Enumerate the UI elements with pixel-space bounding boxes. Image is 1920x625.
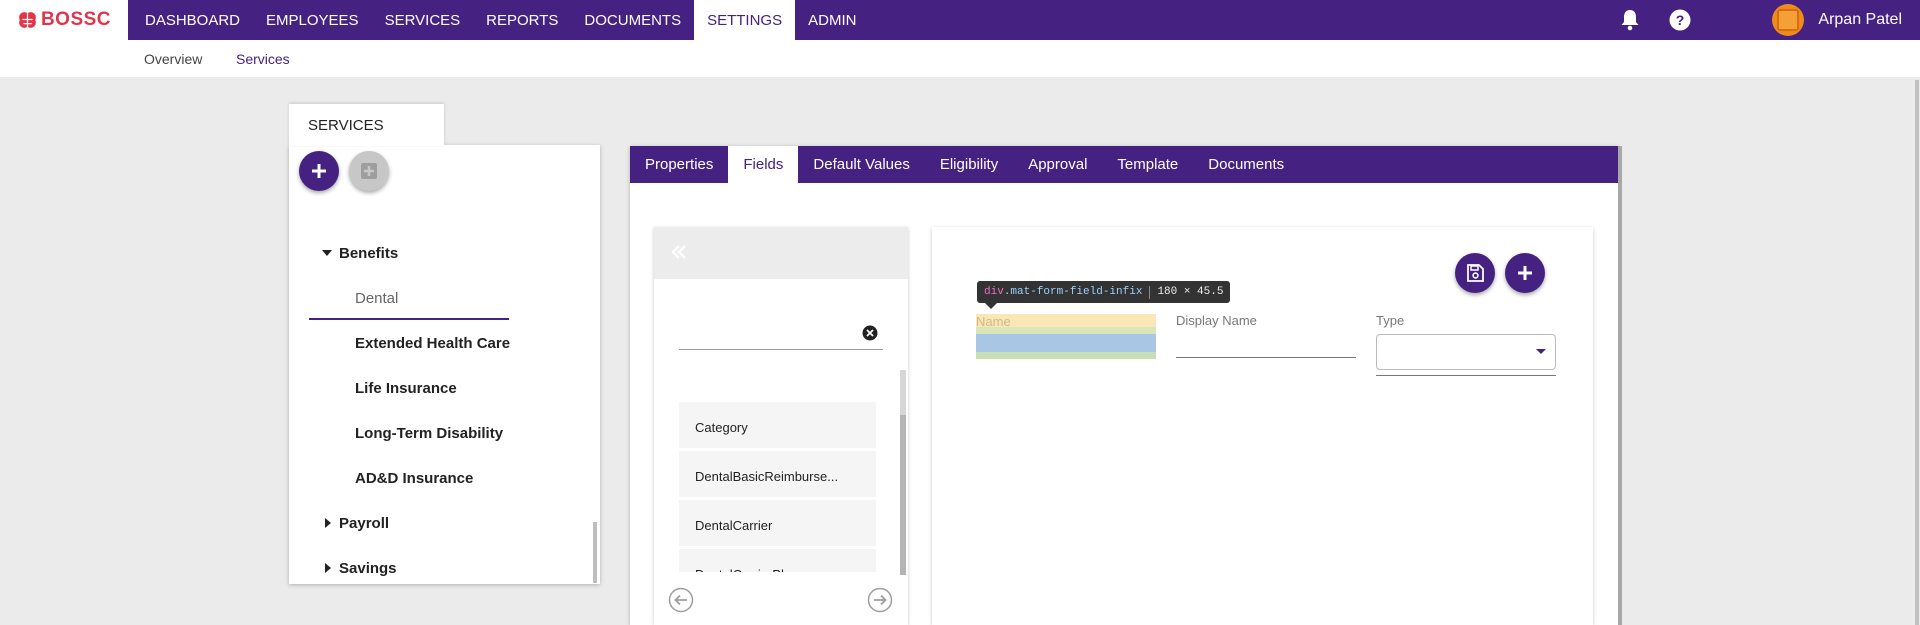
subnav-services[interactable]: Services bbox=[236, 51, 290, 67]
tree-group-savings[interactable]: Savings bbox=[339, 560, 397, 577]
caret-right-icon[interactable] bbox=[325, 518, 332, 528]
tooltip-tag: div bbox=[984, 286, 1004, 298]
nav-services[interactable]: SERVICES bbox=[372, 0, 474, 40]
tab-template[interactable]: Template bbox=[1102, 146, 1193, 183]
list-item[interactable]: DentalCarrier bbox=[679, 500, 876, 547]
tooltip-arrow bbox=[985, 303, 997, 309]
tree-scrollbar-thumb[interactable] bbox=[593, 522, 597, 583]
devtools-inspect-tooltip: div .mat-form-field-infix 180 × 45.5 bbox=[977, 281, 1231, 303]
subnav-overview[interactable]: Overview bbox=[144, 51, 202, 67]
tab-fields[interactable]: Fields bbox=[728, 146, 799, 183]
list-item[interactable]: DentalBasicReimburse... bbox=[679, 451, 876, 498]
svg-text:?: ? bbox=[1676, 12, 1685, 28]
name-field-label: Name bbox=[976, 314, 1011, 329]
tree-item-add-insurance[interactable]: AD&D Insurance bbox=[355, 470, 473, 487]
tab-eligibility[interactable]: Eligibility bbox=[925, 146, 1013, 183]
add-field-button[interactable] bbox=[1505, 253, 1545, 293]
logo-text: BOSSC bbox=[40, 9, 112, 30]
nav-dashboard[interactable]: DASHBOARD bbox=[132, 0, 253, 40]
highlight-content bbox=[976, 334, 1156, 352]
tooltip-class: .mat-form-field-infix bbox=[1003, 286, 1143, 298]
tooltip-separator bbox=[1149, 285, 1151, 299]
user-avatar[interactable] bbox=[1772, 4, 1805, 36]
caret-right-icon[interactable] bbox=[325, 563, 332, 573]
nav-admin[interactable]: ADMIN bbox=[795, 0, 869, 40]
selected-indicator bbox=[309, 318, 509, 320]
list-item[interactable]: Category bbox=[679, 402, 876, 449]
double-chevron-left-icon[interactable] bbox=[668, 241, 690, 263]
tree-group-payroll[interactable]: Payroll bbox=[339, 515, 389, 532]
type-underline bbox=[1376, 375, 1556, 376]
tab-properties[interactable]: Properties bbox=[630, 146, 728, 183]
list-item[interactable]: DentalCarrierPhone bbox=[679, 549, 876, 572]
tree-item-extended-health-care[interactable]: Extended Health Care bbox=[355, 335, 510, 352]
top-navbar: BOSSC DASHBOARD EMPLOYEES SERVICES REPOR… bbox=[0, 0, 1920, 40]
tree-scrollbar[interactable] bbox=[592, 153, 598, 583]
field-list-scrollbar-thumb[interactable] bbox=[900, 415, 906, 575]
detail-tabs: Properties Fields Default Values Eligibi… bbox=[630, 146, 1618, 183]
notifications-bell-icon[interactable] bbox=[1618, 8, 1642, 32]
tab-approval[interactable]: Approval bbox=[1013, 146, 1102, 183]
services-panel-tab: SERVICES bbox=[289, 104, 444, 146]
app-logo[interactable]: BOSSC bbox=[0, 0, 128, 40]
display-name-label: Display Name bbox=[1176, 313, 1257, 328]
user-name[interactable]: Arpan Patel bbox=[1818, 11, 1902, 29]
add-subitem-button[interactable] bbox=[349, 151, 389, 191]
nav-employees[interactable]: EMPLOYEES bbox=[253, 0, 372, 40]
tree-item-dental[interactable]: Dental bbox=[355, 290, 398, 307]
name-field-highlight[interactable]: Name bbox=[976, 314, 1156, 359]
tab-default-values[interactable]: Default Values bbox=[798, 146, 924, 183]
topbar-actions: ? Arpan Patel bbox=[1618, 0, 1920, 40]
tab-documents[interactable]: Documents bbox=[1193, 146, 1299, 183]
field-list: Category DentalBasicReimburse... DentalC… bbox=[654, 402, 899, 572]
sub-navbar: Overview Services bbox=[0, 40, 1920, 77]
plus-icon bbox=[312, 164, 326, 178]
save-field-button[interactable] bbox=[1455, 253, 1495, 293]
main-nav: DASHBOARD EMPLOYEES SERVICES REPORTS DOC… bbox=[132, 0, 869, 40]
nav-documents[interactable]: DOCUMENTS bbox=[571, 0, 694, 40]
page-scrollbar-thumb[interactable] bbox=[1915, 80, 1919, 625]
brain-logo-icon bbox=[19, 11, 36, 28]
type-label: Type bbox=[1376, 313, 1405, 328]
highlight-padding-bottom bbox=[976, 352, 1156, 359]
display-name-input[interactable] bbox=[1176, 332, 1356, 356]
nav-settings[interactable]: SETTINGS bbox=[694, 0, 796, 40]
caret-down-icon[interactable] bbox=[322, 250, 332, 258]
type-select[interactable] bbox=[1376, 334, 1556, 370]
add-service-button[interactable] bbox=[299, 151, 339, 191]
panel-edge bbox=[1618, 146, 1622, 625]
help-icon[interactable]: ? bbox=[1668, 8, 1692, 32]
services-tree-panel bbox=[289, 145, 600, 584]
clear-search-icon[interactable] bbox=[862, 325, 878, 341]
avatar-image bbox=[1777, 9, 1800, 31]
tree-item-life-insurance[interactable]: Life Insurance bbox=[355, 380, 457, 397]
save-icon bbox=[1467, 264, 1484, 282]
search-underline bbox=[679, 349, 883, 350]
plus-icon bbox=[1518, 266, 1532, 280]
field-list-header bbox=[654, 227, 908, 279]
display-name-underline bbox=[1176, 357, 1356, 358]
prev-page-icon[interactable] bbox=[668, 587, 694, 613]
field-search-input[interactable] bbox=[679, 325, 859, 347]
add-box-icon bbox=[361, 163, 377, 179]
nav-reports[interactable]: REPORTS bbox=[473, 0, 571, 40]
tree-group-benefits[interactable]: Benefits bbox=[339, 245, 398, 262]
chevron-down-icon[interactable] bbox=[1536, 349, 1546, 354]
tree-item-long-term-disability[interactable]: Long-Term Disability bbox=[355, 425, 503, 442]
next-page-icon[interactable] bbox=[867, 587, 893, 613]
tooltip-size: 180 × 45.5 bbox=[1157, 286, 1224, 298]
